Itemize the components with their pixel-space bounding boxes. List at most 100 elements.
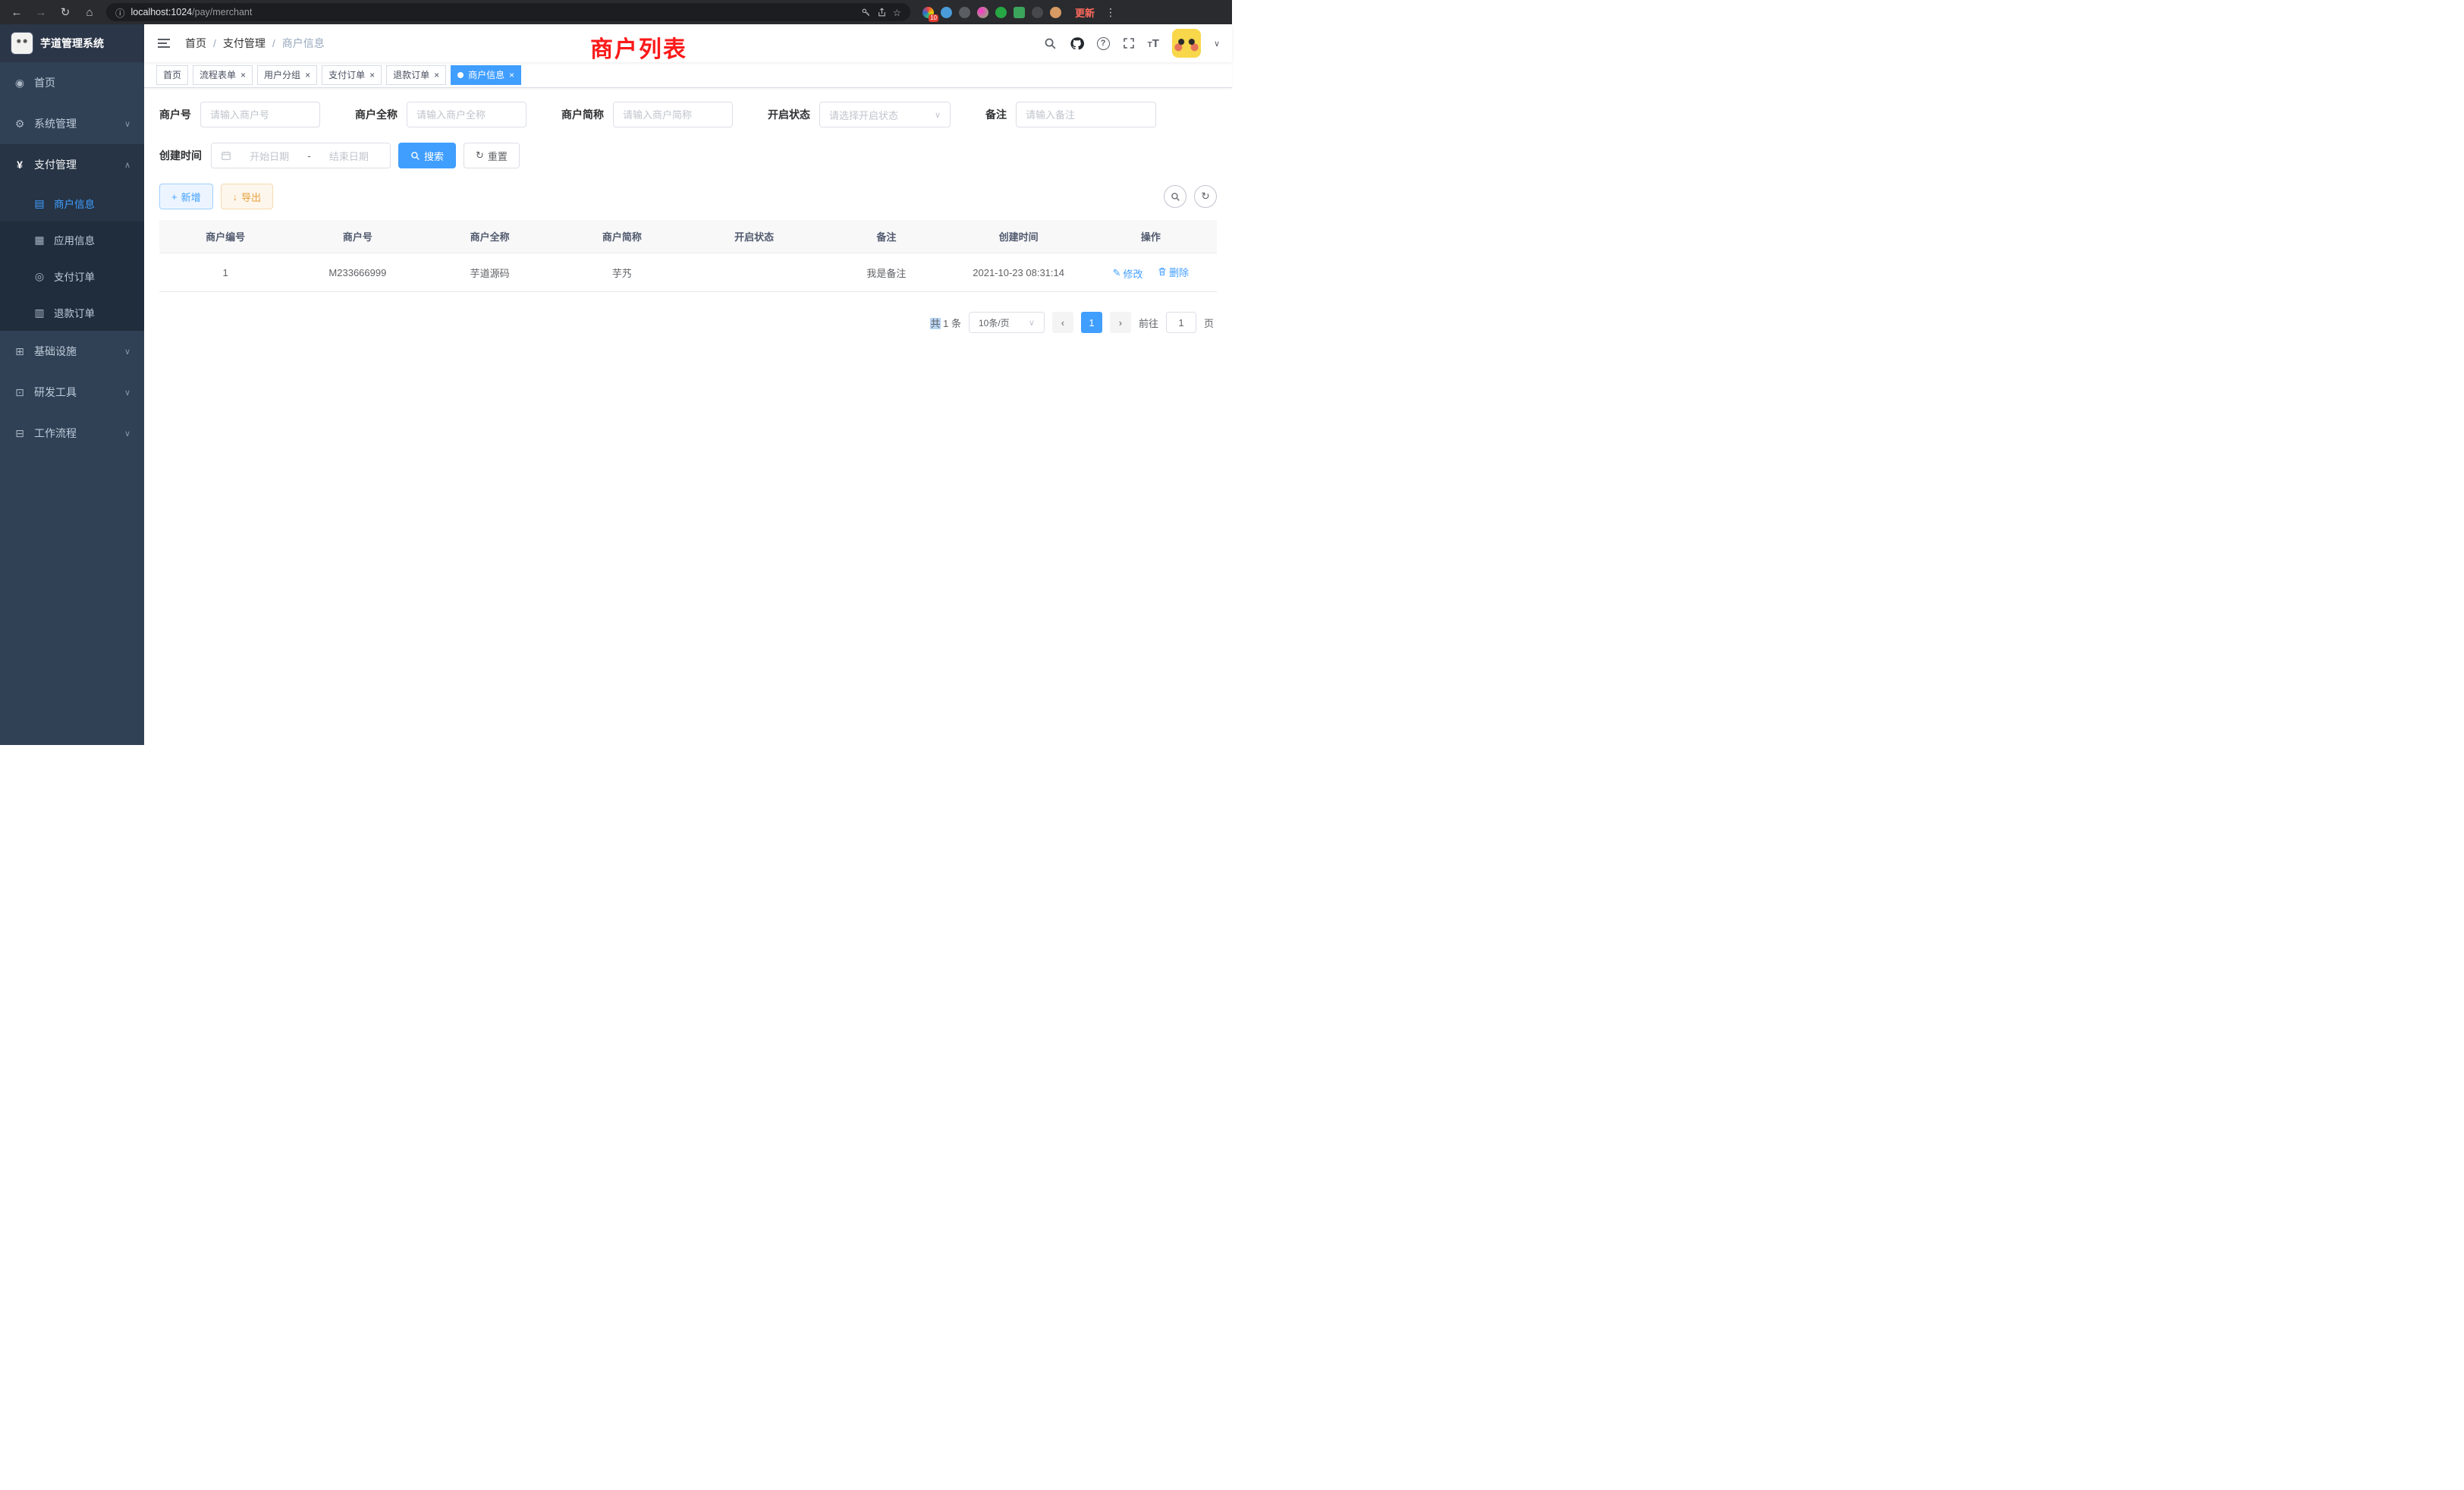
close-icon[interactable]: ×: [509, 71, 514, 80]
password-key-icon[interactable]: [861, 8, 871, 17]
status-label: 开启状态: [768, 107, 810, 122]
sidebar-item-home[interactable]: ◉ 首页: [0, 62, 144, 103]
tab-refund-order[interactable]: 退款订单 ×: [386, 65, 446, 85]
export-button[interactable]: ↓ 导出: [221, 184, 274, 209]
tab-label: 首页: [163, 68, 181, 81]
short-name-input[interactable]: [613, 102, 733, 127]
extension-icon-2[interactable]: [941, 7, 952, 18]
add-button[interactable]: + 新增: [159, 184, 213, 209]
sidebar-item-refund-order[interactable]: ▥ 退款订单: [0, 294, 144, 331]
breadcrumb-item-payment[interactable]: 支付管理: [223, 36, 266, 51]
share-icon[interactable]: [877, 8, 887, 17]
remark-input[interactable]: [1016, 102, 1156, 127]
search-icon[interactable]: [1044, 37, 1057, 50]
user-menu-caret-icon[interactable]: ∨: [1214, 39, 1220, 49]
extension-icon-8[interactable]: [1050, 7, 1061, 18]
tab-home[interactable]: 首页: [156, 65, 188, 85]
github-icon[interactable]: [1070, 36, 1084, 51]
browser-home-icon[interactable]: ⌂: [82, 6, 97, 19]
tab-user-group[interactable]: 用户分组 ×: [257, 65, 317, 85]
logo[interactable]: 芋道管理系统: [0, 24, 144, 62]
tab-merchant-info[interactable]: 商户信息 ×: [451, 65, 521, 85]
tab-pay-order[interactable]: 支付订单 ×: [322, 65, 382, 85]
sidebar-item-workflow[interactable]: ⊟ 工作流程 ∨: [0, 413, 144, 454]
cell-actions: ✎ 修改 删除: [1085, 265, 1217, 281]
close-icon[interactable]: ×: [434, 71, 439, 80]
close-icon[interactable]: ×: [369, 71, 375, 80]
search-button[interactable]: 搜索: [398, 143, 456, 168]
remark-label: 备注: [985, 107, 1007, 122]
edit-link[interactable]: ✎ 修改: [1113, 266, 1143, 281]
sidebar-item-system[interactable]: ⚙ 系统管理 ∨: [0, 103, 144, 144]
goto-page-input[interactable]: [1166, 312, 1196, 333]
fullscreen-icon[interactable]: [1123, 37, 1135, 49]
full-name-input[interactable]: [407, 102, 526, 127]
breadcrumb-item-home[interactable]: 首页: [185, 36, 206, 51]
reset-button[interactable]: ↻ 重置: [464, 143, 520, 168]
extension-icon-1[interactable]: 10: [922, 7, 934, 18]
sidebar-item-merchant-info[interactable]: ▤ 商户信息: [0, 185, 144, 222]
extension-icon-5[interactable]: [995, 7, 1007, 18]
sidebar-item-label: 系统管理: [34, 116, 77, 131]
date-separator: -: [307, 150, 310, 162]
address-bar[interactable]: ⓘ localhost:1024/pay/merchant ☆: [106, 3, 910, 21]
dashboard-icon: ◉: [14, 77, 26, 90]
sidebar-item-payment[interactable]: ¥ 支付管理 ∧: [0, 144, 144, 185]
col-header-status: 开启状态: [688, 229, 820, 244]
extension-icon-7[interactable]: [1032, 7, 1043, 18]
tab-label: 商户信息: [468, 68, 504, 81]
hamburger-icon[interactable]: [156, 36, 171, 51]
next-page-button[interactable]: ›: [1110, 312, 1131, 333]
sidebar-item-devtools[interactable]: ⊡ 研发工具 ∨: [0, 372, 144, 413]
extension-icon-6[interactable]: [1014, 7, 1025, 18]
refresh-table-button[interactable]: ↻: [1194, 185, 1217, 208]
toggle-search-button[interactable]: [1164, 185, 1186, 208]
url-host: localhost:1024: [131, 7, 193, 17]
bookmark-star-icon[interactable]: ☆: [893, 7, 901, 18]
user-avatar[interactable]: [1172, 29, 1201, 58]
font-size-icon[interactable]: TT: [1148, 37, 1159, 50]
filter-row-2: 创建时间 开始日期 - 结束日期 搜索 ↻ 重置: [159, 143, 1217, 168]
status-select[interactable]: 请选择开启状态 ∨: [819, 102, 951, 127]
sidebar-item-label: 应用信息: [54, 232, 95, 247]
page-button-1[interactable]: 1: [1081, 312, 1102, 333]
search-button-label: 搜索: [424, 149, 444, 163]
cell-id: 1: [159, 267, 291, 278]
table-row: 1 M233666999 芋道源码 芋艿 我是备注 2021-10-23 08:…: [159, 253, 1217, 291]
col-header-remark: 备注: [820, 229, 952, 244]
delete-link[interactable]: 删除: [1158, 265, 1189, 279]
goto-label: 前往: [1139, 316, 1158, 330]
browser-menu-icon[interactable]: ⋮: [1105, 6, 1116, 19]
extension-icon-3[interactable]: [959, 7, 970, 18]
browser-update-button[interactable]: 更新: [1075, 5, 1095, 20]
tab-process-form[interactable]: 流程表单 ×: [193, 65, 253, 85]
tab-label: 流程表单: [200, 68, 236, 81]
document-icon: ▥: [33, 306, 46, 319]
browser-reload-icon[interactable]: ↻: [58, 5, 73, 19]
breadcrumb-item-current: 商户信息: [282, 36, 325, 51]
date-end-placeholder: 结束日期: [317, 149, 381, 163]
create-time-range-picker[interactable]: 开始日期 - 结束日期: [211, 143, 391, 168]
sidebar-item-label: 研发工具: [34, 385, 77, 400]
main-area: 首页 / 支付管理 / 商户信息 商户列表 ? TT ∨: [144, 24, 1232, 745]
prev-page-button[interactable]: ‹: [1052, 312, 1073, 333]
sidebar-item-pay-order[interactable]: ◎ 支付订单: [0, 258, 144, 294]
sidebar-item-infra[interactable]: ⊞ 基础设施 ∨: [0, 331, 144, 372]
tab-label: 用户分组: [264, 68, 300, 81]
help-icon[interactable]: ?: [1097, 37, 1110, 50]
page-size-select[interactable]: 10条/页 ∨: [969, 312, 1045, 333]
reset-button-label: 重置: [488, 149, 508, 163]
page-annotation: 商户列表: [590, 30, 687, 64]
page-unit-label: 页: [1204, 316, 1214, 330]
browser-back-icon[interactable]: ←: [9, 6, 24, 19]
close-icon[interactable]: ×: [240, 71, 246, 80]
pagination-total: 共 1 条: [930, 316, 960, 330]
close-icon[interactable]: ×: [305, 71, 310, 80]
browser-forward-icon[interactable]: →: [33, 6, 49, 19]
date-start-placeholder: 开始日期: [237, 149, 301, 163]
merchant-no-input[interactable]: [200, 102, 320, 127]
extension-icon-4[interactable]: [977, 7, 988, 18]
sidebar-item-app-info[interactable]: ▦ 应用信息: [0, 222, 144, 258]
page-info-icon[interactable]: ⓘ: [115, 5, 125, 20]
col-header-id: 商户编号: [159, 229, 291, 244]
